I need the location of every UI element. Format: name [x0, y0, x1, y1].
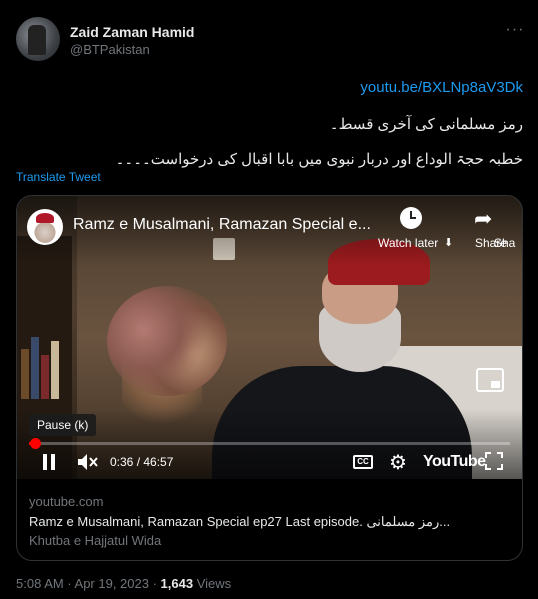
- pause-tooltip: Pause (k): [29, 414, 97, 436]
- tweet-timestamp[interactable]: 5:08 AM · Apr 19, 2023 ·: [16, 576, 161, 591]
- progress-bar[interactable]: [29, 438, 510, 449]
- tweet-meta: 5:08 AM · Apr 19, 2023 · 1,643 Views: [16, 576, 231, 591]
- watch-later-label[interactable]: Watch later: [378, 236, 438, 250]
- card-title: Ramz e Musalmani, Ramazan Special ep27 L…: [29, 514, 451, 529]
- fullscreen-icon[interactable]: [485, 452, 503, 470]
- mute-icon[interactable]: [77, 452, 99, 472]
- tweet-link[interactable]: youtu.be/BXLNp8aV3Dk: [360, 79, 523, 96]
- author-handle[interactable]: @BTPakistan: [70, 42, 150, 57]
- author-avatar[interactable]: [16, 17, 60, 61]
- time-display: 0:36 / 46:57: [110, 455, 174, 469]
- clock-icon[interactable]: [400, 207, 422, 229]
- tweet: Zaid Zaman Hamid @BTPakistan ··· youtu.b…: [0, 0, 538, 599]
- views-label: Views: [193, 576, 232, 591]
- more-options-icon[interactable]: ···: [505, 22, 525, 42]
- author-name[interactable]: Zaid Zaman Hamid: [70, 24, 194, 40]
- share-arrow-icon[interactable]: ➦: [474, 206, 492, 232]
- gear-icon[interactable]: ⚙: [389, 450, 407, 475]
- tweet-text-line-2: خطبہ حجۃ الوداع اور دربار نبوی میں بابا …: [115, 151, 523, 168]
- share-label[interactable]: Share: [475, 236, 507, 250]
- download-arrow-icon: ⬇: [444, 237, 454, 249]
- channel-avatar[interactable]: [27, 209, 63, 245]
- tweet-text-line-1: رمز مسلمانی کی آخری قسط۔: [329, 116, 523, 133]
- video-player[interactable]: Ramz e Musalmani, Ramazan Special e... W…: [17, 196, 522, 479]
- card-description: Khutba e Hajjatul Wida: [29, 533, 162, 548]
- pause-icon[interactable]: [42, 454, 56, 470]
- view-count: 1,643: [160, 576, 194, 591]
- cc-icon[interactable]: CC: [353, 455, 373, 469]
- card-domain: youtube.com: [29, 494, 104, 509]
- link-card[interactable]: Ramz e Musalmani, Ramazan Special e... W…: [16, 195, 523, 561]
- pip-icon[interactable]: [476, 368, 504, 392]
- video-flowers: [107, 286, 227, 396]
- video-title[interactable]: Ramz e Musalmani, Ramazan Special e...: [73, 216, 371, 234]
- translate-tweet-link[interactable]: Translate Tweet: [16, 170, 101, 184]
- youtube-logo[interactable]: YouTube: [423, 453, 486, 471]
